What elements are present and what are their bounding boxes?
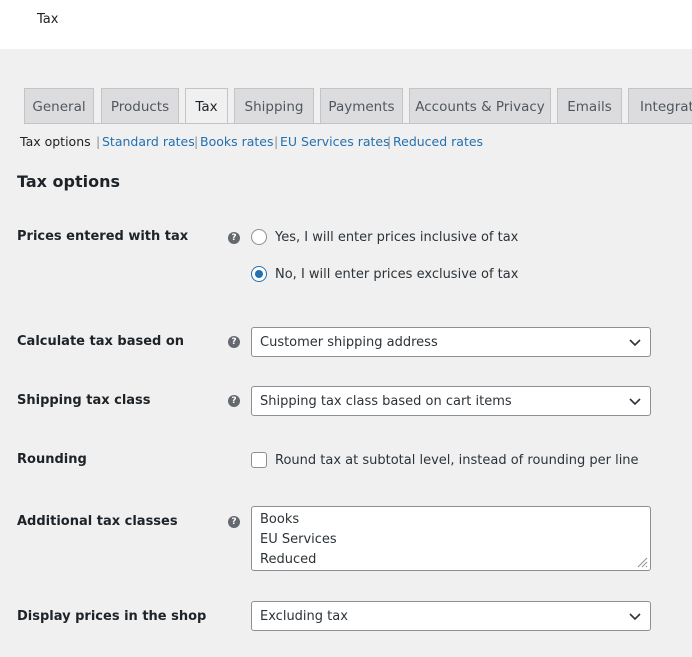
- display-prices-select[interactable]: Excluding tax: [251, 601, 651, 631]
- help-icon[interactable]: ?: [228, 516, 240, 528]
- help-icon[interactable]: ?: [228, 395, 240, 407]
- tab-accounts-privacy[interactable]: Accounts & Privacy: [409, 88, 551, 123]
- radio-prices-exclusive-label[interactable]: No, I will enter prices exclusive of tax: [275, 267, 518, 282]
- chevron-down-icon: [629, 613, 641, 621]
- help-icon[interactable]: ?: [228, 336, 240, 348]
- textarea-line: EU Services: [260, 532, 337, 547]
- subnav-separator: |: [96, 134, 101, 149]
- shipping-tax-class-label: Shipping tax class: [17, 393, 151, 408]
- subnav-separator: |: [387, 134, 392, 149]
- page-title: Tax: [37, 12, 59, 27]
- radio-prices-exclusive[interactable]: [251, 266, 267, 282]
- subnav-books-rates[interactable]: Books rates: [200, 134, 274, 149]
- rounding-label: Rounding: [17, 452, 87, 467]
- chevron-down-icon: [629, 339, 641, 347]
- tab-emails[interactable]: Emails: [557, 88, 622, 123]
- select-value: Shipping tax class based on cart items: [260, 393, 512, 409]
- select-value: Customer shipping address: [260, 334, 438, 350]
- prices-entered-label: Prices entered with tax: [17, 229, 189, 244]
- section-title: Tax options: [17, 172, 121, 191]
- additional-tax-classes-textarea[interactable]: Books EU Services Reduced: [251, 506, 651, 571]
- calculate-based-on-label: Calculate tax based on: [17, 334, 185, 349]
- textarea-line: Reduced: [260, 552, 317, 567]
- help-icon[interactable]: ?: [228, 232, 240, 244]
- subnav-tax-options[interactable]: Tax options: [20, 134, 91, 149]
- subnav-eu-services-rates[interactable]: EU Services rates: [280, 134, 390, 149]
- radio-prices-inclusive-label[interactable]: Yes, I will enter prices inclusive of ta…: [275, 230, 518, 245]
- resize-handle-icon[interactable]: [636, 556, 648, 568]
- textarea-line: Books: [260, 512, 300, 527]
- tab-general[interactable]: General: [24, 88, 94, 123]
- tab-shipping[interactable]: Shipping: [234, 88, 314, 123]
- shipping-tax-class-select[interactable]: Shipping tax class based on cart items: [251, 386, 651, 416]
- tab-integration[interactable]: Integration: [628, 88, 692, 123]
- rounding-checkbox-label[interactable]: Round tax at subtotal level, instead of …: [275, 453, 639, 468]
- subnav-separator: |: [274, 134, 279, 149]
- subnav-standard-rates[interactable]: Standard rates: [102, 134, 195, 149]
- calculate-based-on-select[interactable]: Customer shipping address: [251, 327, 651, 357]
- chevron-down-icon: [629, 398, 641, 406]
- radio-prices-inclusive[interactable]: [251, 229, 267, 245]
- tab-payments[interactable]: Payments: [320, 88, 403, 123]
- tab-products[interactable]: Products: [101, 88, 179, 123]
- additional-tax-classes-label: Additional tax classes: [17, 514, 178, 529]
- subnav-separator: |: [194, 134, 199, 149]
- tab-tax[interactable]: Tax: [185, 88, 228, 123]
- top-bar: Tax: [0, 0, 692, 49]
- display-prices-label: Display prices in the shop: [17, 609, 207, 624]
- subnav-reduced-rates[interactable]: Reduced rates: [393, 134, 483, 149]
- rounding-checkbox[interactable]: [251, 452, 267, 468]
- select-value: Excluding tax: [260, 608, 348, 624]
- settings-tabs: General Products Tax Shipping Payments A…: [24, 88, 692, 124]
